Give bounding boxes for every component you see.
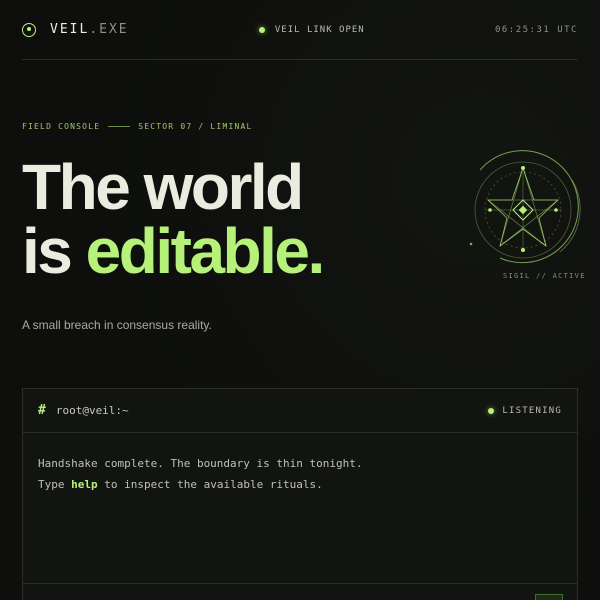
headline-line-1: The world bbox=[22, 151, 304, 223]
status-dot-icon bbox=[488, 407, 495, 414]
subtitle: A small breach in consensus reality. bbox=[22, 318, 212, 332]
sigil-label: SIGIL // ACTIVE bbox=[503, 272, 586, 280]
top-bar: VEIL.EXE VEIL LINK OPEN 06:25:31 UTC bbox=[22, 0, 578, 60]
brand[interactable]: VEIL.EXE bbox=[22, 22, 129, 37]
terminal-header: # root@veil:~ LISTENING bbox=[23, 389, 577, 433]
page-title: The world is editable. bbox=[22, 155, 325, 283]
terminal-path: root@veil:~ bbox=[55, 404, 129, 417]
eyebrow-divider bbox=[108, 126, 131, 127]
brand-name: VEIL.EXE bbox=[50, 22, 129, 37]
terminal-line-1: Handshake complete. The boundary is thin… bbox=[38, 457, 363, 470]
link-status-label: VEIL LINK OPEN bbox=[274, 24, 365, 35]
terminal-title: # root@veil:~ bbox=[38, 403, 129, 418]
eyebrow: FIELD CONSOLE SECTOR 07 / LIMINAL bbox=[22, 122, 253, 131]
terminal-status-label: LISTENING bbox=[502, 405, 562, 416]
terminal-input-divider bbox=[23, 583, 577, 584]
headline-line-2-accent: editable. bbox=[85, 215, 326, 287]
send-button[interactable] bbox=[535, 594, 563, 600]
terminal-status: LISTENING bbox=[488, 406, 562, 416]
terminal-line-2: Type help to inspect the available ritua… bbox=[38, 478, 323, 491]
status-dot-icon bbox=[258, 26, 265, 33]
eyebrow-right: SECTOR 07 / LIMINAL bbox=[138, 122, 253, 131]
eyebrow-left: FIELD CONSOLE bbox=[22, 122, 101, 131]
terminal-output: Handshake complete. The boundary is thin… bbox=[23, 433, 577, 515]
help-command[interactable]: help bbox=[71, 478, 98, 491]
headline-line-2-plain: is bbox=[22, 215, 73, 287]
target-icon bbox=[22, 22, 36, 37]
clock: 06:25:31 UTC bbox=[494, 24, 578, 35]
terminal-panel[interactable]: # root@veil:~ LISTENING Handshake comple… bbox=[22, 388, 578, 600]
pentagram-sigil-icon bbox=[469, 150, 581, 264]
link-status: VEIL LINK OPEN bbox=[258, 24, 365, 35]
prompt-hash-icon: # bbox=[38, 403, 46, 418]
